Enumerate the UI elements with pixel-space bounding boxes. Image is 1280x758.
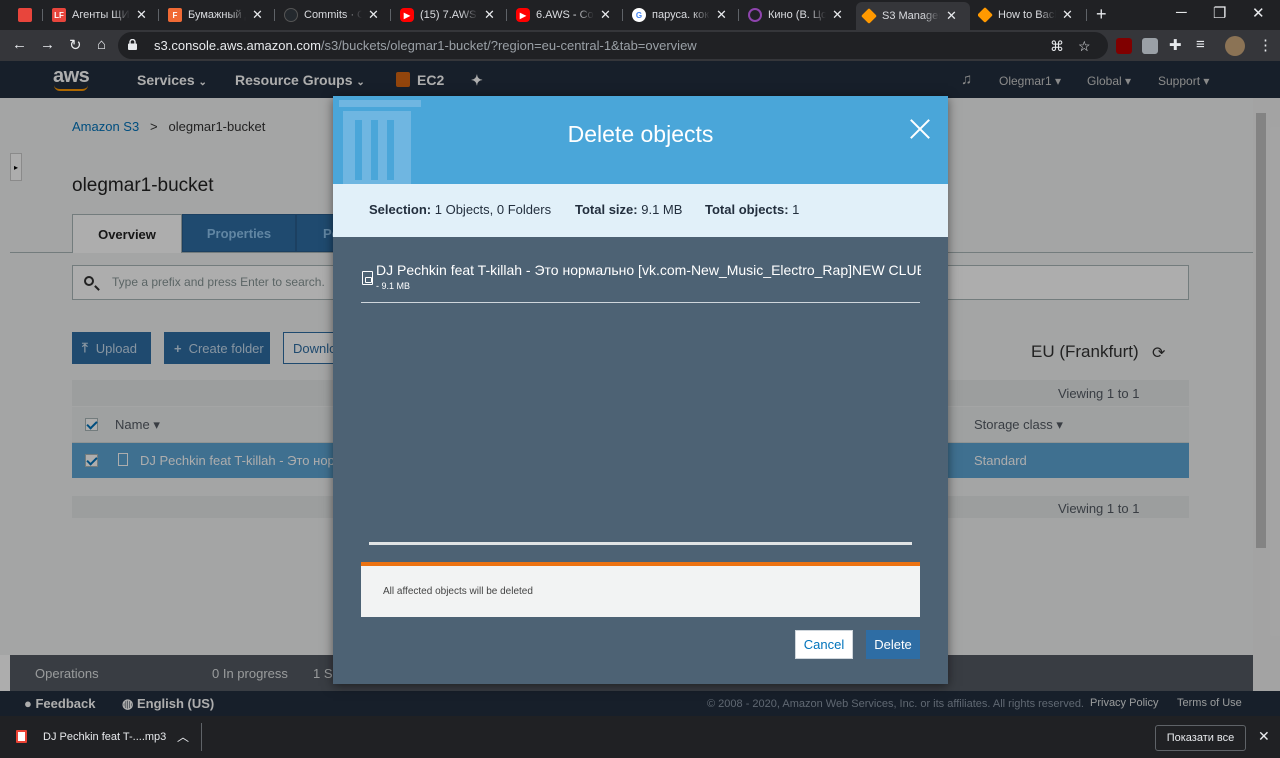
- tab-label: How to Back: [998, 9, 1056, 21]
- warning-text: All affected objects will be deleted: [383, 586, 533, 597]
- browser-toolbar: ← → ↻ ⌂ s3.console.aws.amazon.com/s3/buc…: [0, 30, 1280, 61]
- browser-tab-8[interactable]: S3 Managem ✕: [856, 2, 970, 30]
- close-tab-icon[interactable]: ✕: [832, 7, 843, 23]
- tab-label: Бумажный д: [188, 9, 246, 21]
- total-size-info: Total size: 9.1 MB: [575, 202, 683, 217]
- dialog-header: Delete objects: [333, 96, 948, 184]
- downloads-shelf: DJ Pechkin feat T-....mp3 ︿ Показати все…: [0, 716, 1280, 758]
- close-tab-icon[interactable]: ✕: [368, 7, 379, 23]
- chevron-up-icon[interactable]: ︿: [177, 728, 189, 745]
- f-icon: F: [168, 8, 182, 22]
- audio-file-icon: [16, 730, 27, 743]
- github-icon: [284, 8, 298, 22]
- list-scrollbar[interactable]: [369, 542, 912, 545]
- download-item[interactable]: DJ Pechkin feat T-....mp3: [43, 731, 166, 743]
- menu-kebab-icon[interactable]: ⋮: [1258, 36, 1273, 54]
- aws-icon: [861, 8, 877, 24]
- browser-tab-9[interactable]: How to Back ✕: [978, 3, 1073, 27]
- site-icon: [748, 8, 762, 22]
- translate-icon[interactable]: ⌘: [1050, 38, 1064, 55]
- browser-tab-6[interactable]: G паруса. кока ✕: [632, 3, 727, 27]
- close-tab-icon[interactable]: ✕: [946, 8, 957, 24]
- file-name: DJ Pechkin feat T-killah - Это нормально…: [376, 262, 921, 278]
- browser-tab-0[interactable]: [18, 3, 38, 27]
- close-icon[interactable]: [909, 118, 931, 140]
- browser-tab-7[interactable]: Кино (В. Цо ✕: [748, 3, 843, 27]
- tab-label: (15) 7.AWS -: [420, 9, 478, 21]
- browser-tab-4[interactable]: ▶ (15) 7.AWS - ✕: [400, 3, 495, 27]
- dialog-title: Delete objects: [567, 121, 714, 147]
- back-icon[interactable]: ←: [12, 36, 27, 53]
- tab-label: Кино (В. Цо: [768, 9, 826, 21]
- close-tab-icon[interactable]: ✕: [484, 7, 495, 23]
- shelf-divider: [201, 723, 202, 751]
- selection-summary: Selection: 1 Objects, 0 Folders Total si…: [333, 184, 948, 237]
- youtube-icon: ▶: [400, 8, 414, 22]
- avatar[interactable]: [1225, 36, 1245, 56]
- restore-icon[interactable]: ❐: [1213, 4, 1226, 22]
- extension-icon[interactable]: [1142, 38, 1158, 54]
- lf-icon: LF: [52, 8, 66, 22]
- browser-tab-2[interactable]: F Бумажный д ✕: [168, 3, 263, 27]
- minimize-icon[interactable]: ─: [1176, 4, 1187, 21]
- delete-button[interactable]: Delete: [866, 630, 920, 659]
- browser-tab-5[interactable]: ▶ 6.AWS - Соз ✕: [516, 3, 611, 27]
- tab-label: S3 Managem: [882, 10, 940, 22]
- cancel-button[interactable]: Cancel: [795, 630, 853, 659]
- close-shelf-icon[interactable]: ✕: [1258, 728, 1270, 745]
- new-tab-icon[interactable]: +: [1096, 4, 1107, 25]
- bookmark-star-icon[interactable]: ☆: [1078, 38, 1091, 55]
- tab-label: паруса. кока: [652, 9, 710, 21]
- address-bar[interactable]: s3.console.aws.amazon.com/s3/buckets/ole…: [118, 32, 1108, 59]
- app-icon: [18, 8, 32, 22]
- ublock-icon[interactable]: [1116, 38, 1132, 54]
- total-objects-info: Total objects: 1: [705, 202, 800, 217]
- show-all-button[interactable]: Показати все: [1155, 725, 1246, 751]
- close-window-icon[interactable]: ✕: [1252, 4, 1265, 22]
- delete-objects-dialog: Delete objects Selection: 1 Objects, 0 F…: [333, 96, 948, 684]
- forward-icon[interactable]: →: [40, 36, 55, 53]
- media-control-icon[interactable]: ≡: [1196, 36, 1205, 53]
- close-tab-icon[interactable]: ✕: [1062, 7, 1073, 23]
- tab-label: Commits · O: [304, 9, 362, 21]
- extensions-puzzle-icon[interactable]: ✚: [1169, 36, 1182, 54]
- tab-label: Агенты ЩИ: [72, 9, 130, 21]
- file-size: - 9.1 MB: [376, 281, 411, 291]
- lock-icon[interactable]: [128, 39, 137, 50]
- tab-label: 6.AWS - Соз: [536, 9, 594, 21]
- aws-icon: [978, 7, 993, 23]
- audio-file-icon: [362, 271, 373, 285]
- browser-tab-1[interactable]: LF Агенты ЩИ ✕: [52, 3, 147, 27]
- warning-alert: All affected objects will be deleted: [361, 562, 920, 617]
- selection-info: Selection: 1 Objects, 0 Folders: [369, 202, 552, 217]
- close-tab-icon[interactable]: ✕: [252, 7, 263, 23]
- browser-tab-strip: LF Агенты ЩИ ✕ F Бумажный д ✕ Commits · …: [0, 0, 1280, 30]
- list-divider: [361, 302, 920, 303]
- reload-icon[interactable]: ↻: [69, 36, 82, 54]
- close-tab-icon[interactable]: ✕: [716, 7, 727, 23]
- browser-tab-3[interactable]: Commits · O ✕: [284, 3, 379, 27]
- close-tab-icon[interactable]: ✕: [136, 7, 147, 23]
- address-url[interactable]: s3.console.aws.amazon.com/s3/buckets/ole…: [154, 38, 697, 53]
- youtube-icon: ▶: [516, 8, 530, 22]
- google-icon: G: [632, 8, 646, 22]
- home-icon[interactable]: ⌂: [97, 36, 106, 53]
- close-tab-icon[interactable]: ✕: [600, 7, 611, 23]
